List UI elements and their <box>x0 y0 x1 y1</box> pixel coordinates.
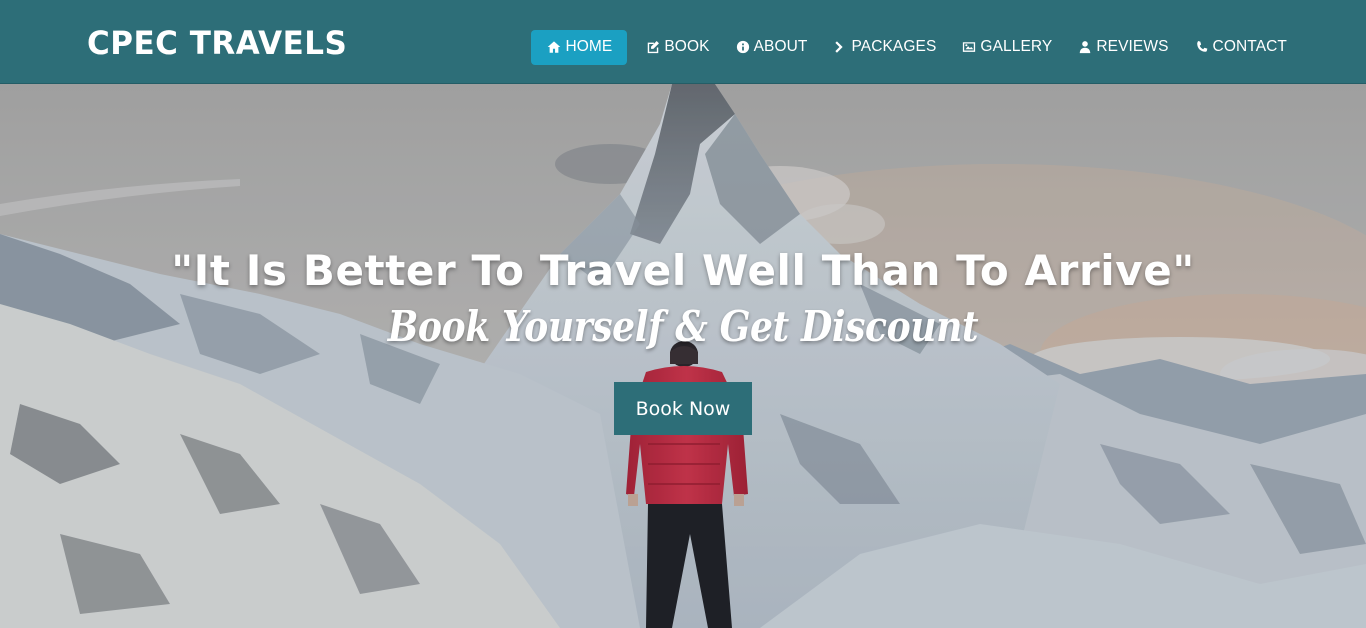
nav-item-home[interactable]: HOME <box>531 29 628 65</box>
hero-section: "It Is Better To Travel Well Than To Arr… <box>0 84 1366 628</box>
nav-item-contact[interactable]: CONTACT <box>1182 30 1300 65</box>
nav-label-contact: CONTACT <box>1212 38 1287 55</box>
info-circle-icon <box>736 40 750 54</box>
nav-label-packages: PACKAGES <box>851 38 937 55</box>
navbar: CPEC TRAVELS HOME BOOK ABOUT PACKAGES GA… <box>0 0 1366 84</box>
page: CPEC TRAVELS HOME BOOK ABOUT PACKAGES GA… <box>0 0 1366 628</box>
nav-label-gallery: GALLERY <box>980 38 1053 55</box>
nav-item-about[interactable]: ABOUT <box>723 30 821 65</box>
home-icon <box>547 40 561 54</box>
phone-icon <box>1195 40 1209 54</box>
nav-label-book: BOOK <box>664 38 710 55</box>
nav-item-reviews[interactable]: REVIEWS <box>1065 30 1181 65</box>
hero-tagline: Book Yourself & Get Discount <box>387 302 979 351</box>
main-nav: HOME BOOK ABOUT PACKAGES GALLERY REVIEWS… <box>531 29 1300 65</box>
nav-item-book[interactable]: BOOK <box>633 30 722 65</box>
edit-icon <box>646 40 660 54</box>
hero-overlay <box>0 84 1366 628</box>
nav-label-about: ABOUT <box>753 38 808 55</box>
nav-label-reviews: REVIEWS <box>1096 38 1169 55</box>
hero-headline: "It Is Better To Travel Well Than To Arr… <box>171 246 1195 295</box>
nav-label-home: HOME <box>565 38 613 55</box>
nav-item-packages[interactable]: PACKAGES <box>820 30 949 65</box>
image-icon <box>962 40 976 54</box>
book-now-button[interactable]: Book Now <box>614 382 752 435</box>
user-icon <box>1078 40 1092 54</box>
chevron-right-icon <box>833 40 847 54</box>
brand-logo[interactable]: CPEC TRAVELS <box>87 25 347 64</box>
nav-item-gallery[interactable]: GALLERY <box>949 30 1065 65</box>
